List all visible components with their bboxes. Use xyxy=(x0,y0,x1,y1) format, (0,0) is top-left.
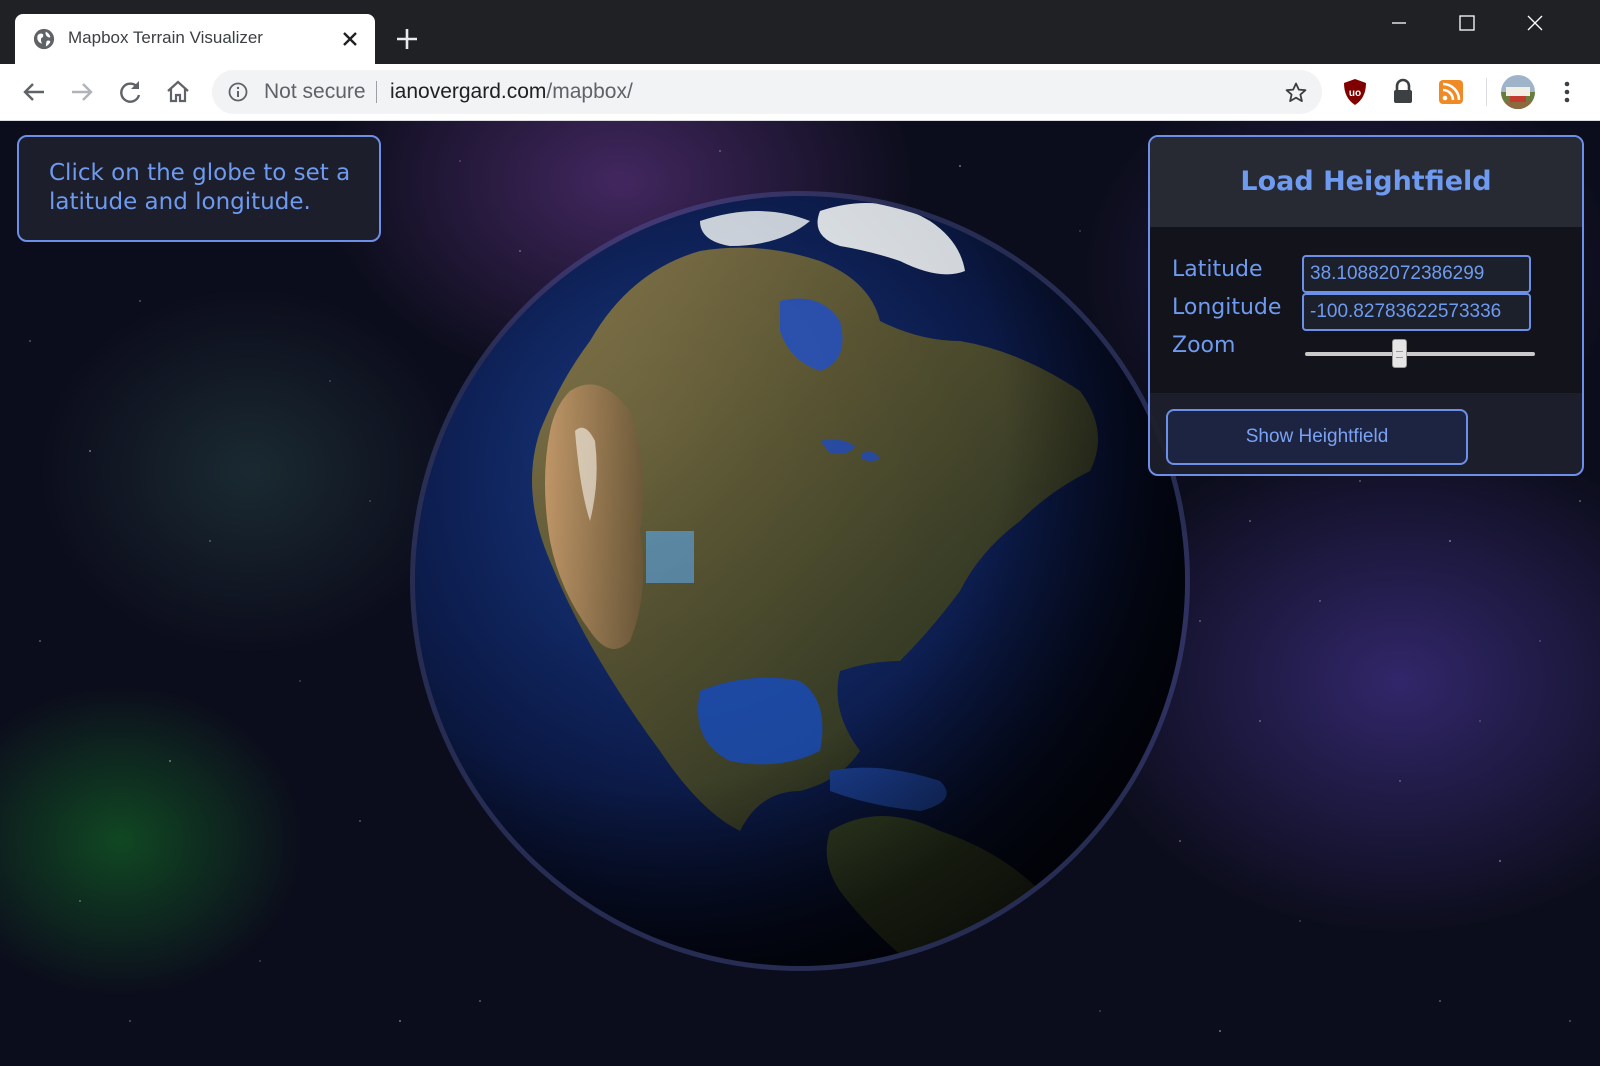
maximize-icon[interactable] xyxy=(1444,8,1490,38)
globe-shading xyxy=(415,196,1185,966)
browser-tab[interactable]: Mapbox Terrain Visualizer xyxy=(15,14,375,64)
show-heightfield-button[interactable]: Show Heightfield xyxy=(1166,409,1468,465)
avatar-icon[interactable] xyxy=(1500,74,1536,110)
zoom-slider-track[interactable] xyxy=(1305,352,1535,356)
star-icon[interactable] xyxy=(1284,81,1308,105)
svg-text:uo: uo xyxy=(1349,88,1361,99)
forward-arrow-icon[interactable] xyxy=(66,76,98,108)
zoom-slider-thumb[interactable] xyxy=(1391,339,1407,368)
lock-icon[interactable] xyxy=(1388,77,1418,107)
browser-toolbar: Not secure ianovergard.com/mapbox/ uo xyxy=(0,64,1600,121)
plus-icon[interactable] xyxy=(392,24,422,54)
reload-icon[interactable] xyxy=(114,76,146,108)
close-icon[interactable] xyxy=(337,26,363,52)
page-viewport: Click on the globe to set a latitude and… xyxy=(0,121,1600,1066)
panel-header: Load Heightfield xyxy=(1150,137,1582,227)
globe-canvas[interactable] xyxy=(400,191,1200,991)
close-window-icon[interactable] xyxy=(1512,8,1558,38)
url-text[interactable]: ianovergard.com/mapbox/ xyxy=(390,80,633,104)
home-icon[interactable] xyxy=(162,76,194,108)
panel-title: Load Heightfield xyxy=(1240,166,1492,197)
ublock-shield-icon[interactable]: uo xyxy=(1340,77,1370,107)
address-bar[interactable]: Not secure ianovergard.com/mapbox/ xyxy=(212,70,1322,114)
zoom-label: Zoom xyxy=(1172,333,1236,358)
toolbar-divider xyxy=(1486,78,1487,106)
rss-icon[interactable] xyxy=(1436,77,1466,107)
hint-text: Click on the globe to set a latitude and… xyxy=(49,160,351,215)
globe-icon xyxy=(33,28,55,50)
minimize-icon[interactable] xyxy=(1376,8,1422,38)
url-host: ianovergard.com xyxy=(390,80,547,103)
latitude-input[interactable] xyxy=(1302,255,1531,293)
security-label[interactable]: Not secure xyxy=(264,80,366,104)
info-icon[interactable] xyxy=(228,82,248,102)
latitude-label: Latitude xyxy=(1172,257,1263,282)
browser-tab-strip: Mapbox Terrain Visualizer xyxy=(0,0,1600,64)
panel-body: Latitude Longitude Zoom xyxy=(1150,227,1582,393)
back-arrow-icon[interactable] xyxy=(18,76,50,108)
hint-panel: Click on the globe to set a latitude and… xyxy=(17,135,381,242)
longitude-input[interactable] xyxy=(1302,293,1531,331)
kebab-menu-icon[interactable] xyxy=(1552,77,1582,107)
omnibox-separator xyxy=(376,81,377,103)
url-path: /mapbox/ xyxy=(546,80,633,103)
load-heightfield-panel: Load Heightfield Latitude Longitude Zoom… xyxy=(1148,135,1584,476)
longitude-label: Longitude xyxy=(1172,295,1282,320)
tab-title: Mapbox Terrain Visualizer xyxy=(68,28,263,47)
